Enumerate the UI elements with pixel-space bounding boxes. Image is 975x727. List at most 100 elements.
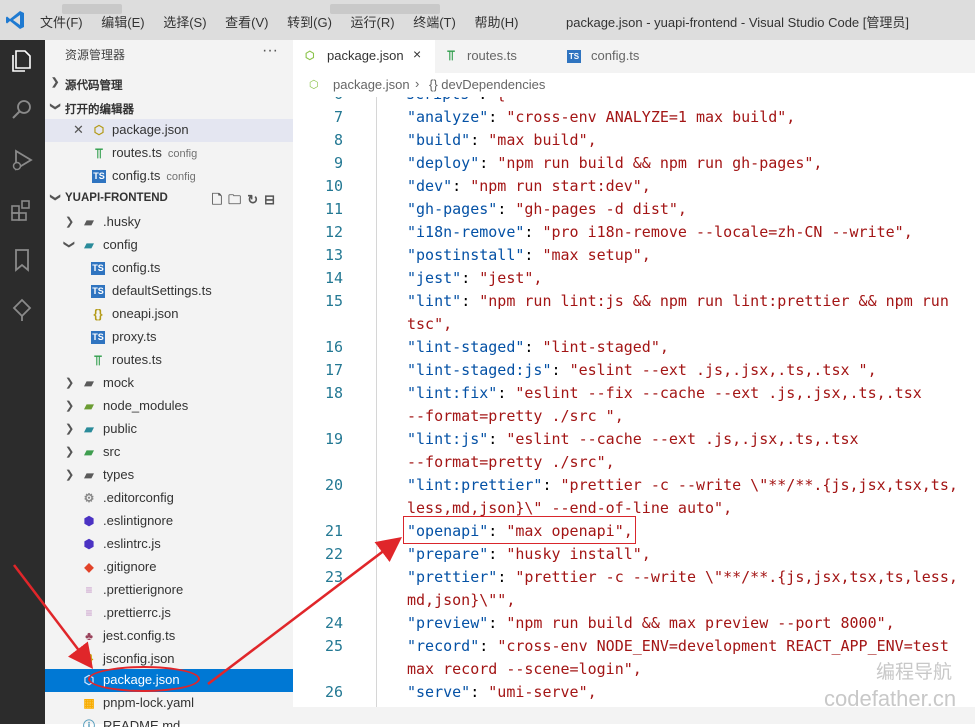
- explorer-icon[interactable]: [7, 46, 37, 76]
- refresh-icon[interactable]: ↻: [247, 192, 264, 207]
- remote-icon[interactable]: [7, 295, 37, 325]
- folder-icon: ▰: [84, 399, 94, 413]
- json-colon: :: [497, 200, 516, 218]
- section-open-editors[interactable]: ❯ 打开的编辑器: [45, 97, 293, 119]
- line-number: 24: [324, 614, 343, 632]
- json-value: : "npm run lint:js && npm run lint:prett…: [461, 292, 949, 310]
- json-string: "max setup",: [542, 246, 651, 264]
- tab-routes-ts[interactable]: ⫪ routes.ts: [435, 40, 555, 73]
- breadcrumb-node[interactable]: {} devDependencies: [429, 77, 545, 92]
- line-number: 17: [324, 361, 343, 379]
- close-icon[interactable]: ×: [413, 46, 421, 62]
- menu-selection[interactable]: 选择(S): [163, 15, 206, 30]
- explorer-sidebar: 资源管理器 ··· ❯ 源代码管理 ❯ 打开的编辑器 ✕ ⬡ package.j…: [45, 40, 293, 727]
- json-key: "gh-pages": [407, 200, 498, 218]
- tab-package-json[interactable]: ⬡ package.json ×: [293, 40, 435, 73]
- tree-file[interactable]: ◆ .gitignore: [45, 556, 293, 579]
- json-value: : "eslint --fix --cache --ext .js,.jsx,.…: [497, 384, 921, 402]
- code-line: "i18n-remove": "pro i18n-remove --locale…: [407, 223, 913, 241]
- open-editor-item[interactable]: ⫪ routes.ts config: [45, 142, 293, 165]
- json-value: : "prettier -c --write \"**/**.{js,jsx,t…: [542, 476, 957, 494]
- json-colon: :: [524, 246, 543, 264]
- json-value: : {: [478, 97, 505, 103]
- open-editor-item[interactable]: ✕ ⬡ package.json: [45, 119, 293, 142]
- tree-file[interactable]: ▦ pnpm-lock.yaml: [45, 692, 293, 715]
- jsconfig-icon: {}: [84, 653, 94, 665]
- breadcrumb-file[interactable]: package.json: [333, 77, 410, 92]
- chevron-down-icon: ❯: [49, 102, 61, 111]
- run-debug-icon[interactable]: [7, 145, 37, 175]
- code-line-wrapped: --format=pretty ./src",: [407, 453, 615, 471]
- tab-config-ts[interactable]: TS config.ts: [555, 40, 675, 73]
- open-editor-item[interactable]: TS config.ts config: [45, 165, 293, 188]
- tree-file[interactable]: TS defaultSettings.ts: [45, 280, 293, 303]
- json-string: "eslint --cache --ext .js,.jsx,.ts,.tsx: [506, 430, 859, 448]
- git-icon: ◆: [84, 560, 94, 574]
- line-number: 13: [324, 246, 343, 264]
- section-project[interactable]: ❯ YUAPI-FRONTEND 🗋🗀↻⊟: [45, 188, 293, 210]
- line-number: 9: [333, 154, 343, 172]
- npm-file-icon: ⬡: [93, 123, 105, 137]
- json-colon: :: [497, 384, 516, 402]
- json-key: "lint:fix": [407, 384, 498, 402]
- menu-edit[interactable]: 编辑(E): [101, 15, 144, 30]
- code-editor[interactable]: 6"scripts": {7"analyze": "cross-env ANAL…: [293, 97, 975, 707]
- vscode-logo-icon[interactable]: [4, 9, 26, 36]
- tree-file[interactable]: ≡ .prettierrc.js: [45, 602, 293, 625]
- json-colon: :: [461, 269, 480, 287]
- menu-terminal[interactable]: 终端(T): [413, 15, 456, 30]
- json-key: "deploy": [407, 154, 480, 172]
- watermark: 编程导航: [876, 662, 953, 683]
- json-string: "pro i18n-remove --locale=zh-CN --write"…: [542, 223, 913, 241]
- chevron-right-icon: ❯: [65, 446, 75, 458]
- menu-run[interactable]: 运行(R): [351, 15, 395, 30]
- json-key: "lint:js": [407, 430, 489, 448]
- tree-file[interactable]: TS proxy.ts: [45, 326, 293, 349]
- bookmark-icon[interactable]: [7, 245, 37, 275]
- section-outline[interactable]: ❯ 源代码管理: [45, 73, 293, 95]
- search-icon[interactable]: [7, 95, 37, 125]
- annotation-highlight-box: [403, 516, 636, 544]
- new-file-icon[interactable]: 🗋: [212, 192, 228, 207]
- tree-file[interactable]: ⓘ README.md: [45, 715, 293, 727]
- menu-go[interactable]: 转到(G): [287, 15, 332, 30]
- close-icon[interactable]: ✕: [73, 122, 84, 138]
- tree-folder[interactable]: ❯ ▰ mock: [45, 372, 293, 395]
- menu-file[interactable]: 文件(F): [40, 15, 83, 30]
- menu-help[interactable]: 帮助(H): [474, 15, 518, 30]
- gear-icon: ⚙: [83, 491, 95, 505]
- tree-file[interactable]: ⫪ routes.ts: [45, 349, 293, 372]
- routes-file-icon: ⫪: [94, 352, 102, 368]
- code-line: "scripts": {: [397, 97, 505, 103]
- code-line: "serve": "umi-serve",: [407, 683, 597, 701]
- tree-file[interactable]: ♣ jest.config.ts: [45, 625, 293, 648]
- collapse-all-icon[interactable]: ⊟: [264, 192, 281, 207]
- json-key: "scripts": [397, 97, 478, 103]
- tree-folder[interactable]: ❯ ▰ src: [45, 441, 293, 464]
- tree-folder[interactable]: ❯ ▰ node_modules: [45, 395, 293, 418]
- json-string: "npm run build && max preview --port 800…: [506, 614, 895, 632]
- json-string: "lint-staged",: [542, 338, 669, 356]
- code-line: "lint:fix": "eslint --fix --cache --ext …: [407, 384, 922, 402]
- tree-folder[interactable]: ❯ ▰ config: [45, 234, 293, 257]
- more-actions-icon[interactable]: ···: [262, 42, 278, 60]
- tree-file[interactable]: {} oneapi.json: [45, 303, 293, 326]
- tree-file[interactable]: ≡ .prettierignore: [45, 579, 293, 602]
- tree-folder[interactable]: ❯ ▰ .husky: [45, 211, 293, 234]
- code-line: "build": "max build",: [407, 131, 597, 149]
- menu-view[interactable]: 查看(V): [225, 15, 268, 30]
- folder-open-icon: ▰: [84, 238, 94, 252]
- extensions-icon[interactable]: [7, 195, 37, 225]
- tree-folder[interactable]: ❯ ▰ public: [45, 418, 293, 441]
- routes-file-icon: ⫪: [447, 47, 455, 63]
- json-key: "prepare": [407, 545, 489, 563]
- tree-file[interactable]: ⬢ .eslintrc.js: [45, 533, 293, 556]
- code-line: "record": "cross-env NODE_ENV=developmen…: [407, 637, 949, 655]
- line-number: 15: [324, 292, 343, 310]
- new-folder-icon[interactable]: 🗀: [228, 192, 247, 207]
- tree-folder[interactable]: ❯ ▰ types: [45, 464, 293, 487]
- tree-file[interactable]: ⚙ .editorconfig: [45, 487, 293, 510]
- tree-file[interactable]: ⬢ .eslintignore: [45, 510, 293, 533]
- watermark: codefather.cn: [824, 686, 957, 711]
- tree-file[interactable]: TS config.ts: [45, 257, 293, 280]
